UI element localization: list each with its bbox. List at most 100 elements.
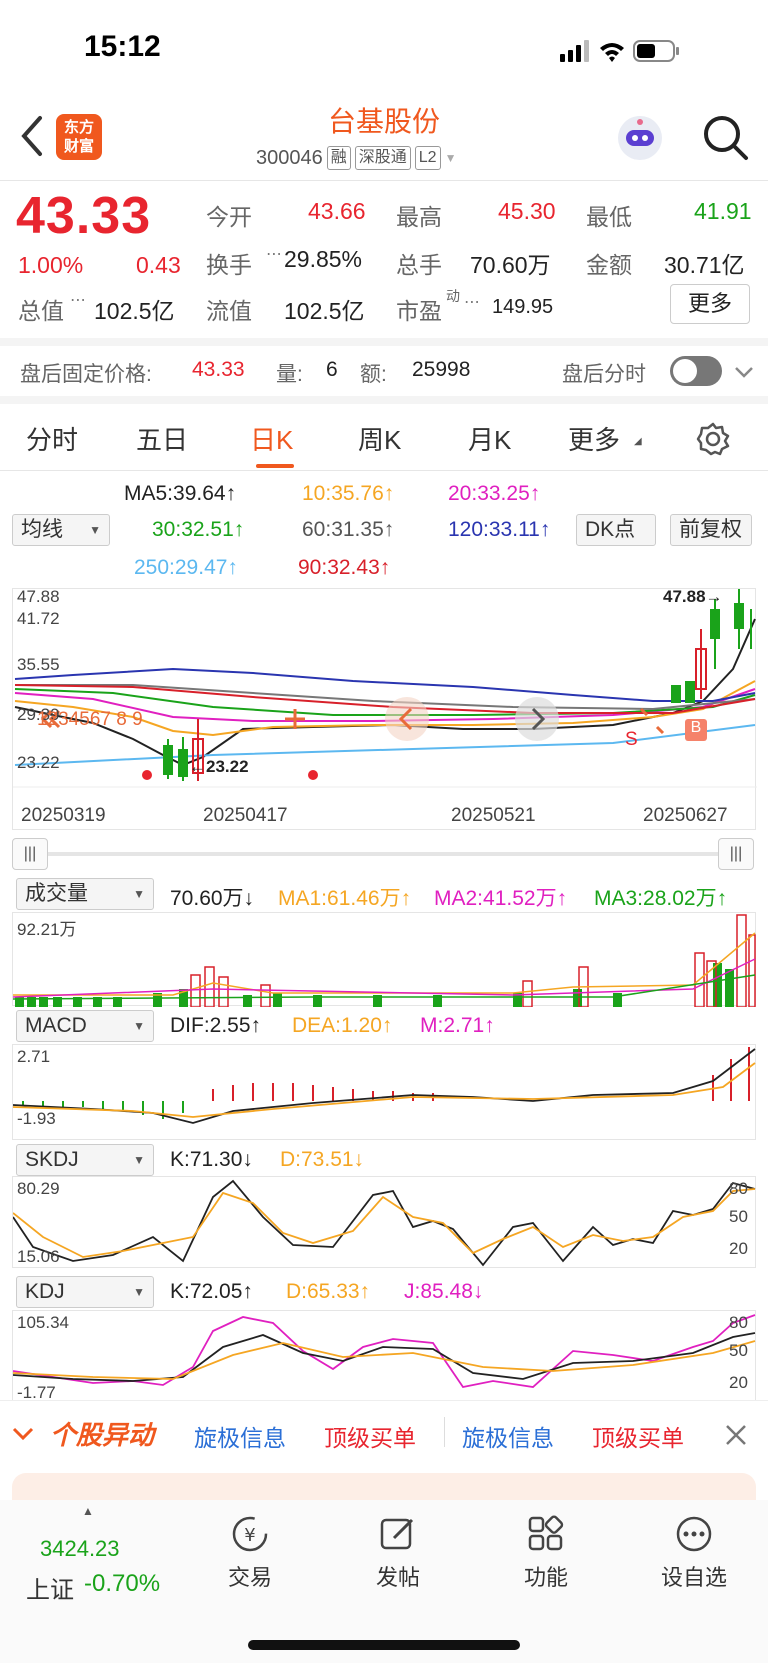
chevron-down-icon[interactable] <box>10 1421 36 1447</box>
tab-functions[interactable]: 功能 <box>496 1514 596 1592</box>
afterhours-vol: 6 <box>326 358 338 381</box>
caret-down-icon: ▼ <box>444 151 457 165</box>
sell-signal-s[interactable]: S <box>625 729 638 751</box>
kline-y-3: 35.55 <box>17 655 60 674</box>
tab-more[interactable]: 更多 <box>568 420 620 457</box>
kdj-d: D:65.33↑ <box>286 1280 371 1303</box>
tag-connect: 深股通 <box>354 146 411 170</box>
tab-monthly-k[interactable]: 月K <box>468 420 511 457</box>
macd-m: M:2.71↑ <box>420 1014 495 1037</box>
float-value: 102.5亿 <box>284 298 365 324</box>
volume-y-max: 92.21万 <box>17 920 77 939</box>
stock-code-row[interactable]: 300046 融 深股通 L2 ▼ <box>256 146 456 170</box>
ma10-value: 10:35.76↑ <box>302 482 395 505</box>
tab-post-label: 发帖 <box>375 1565 420 1590</box>
ma30-value: 30:32.51↑ <box>152 518 245 541</box>
skdj-svg <box>12 1179 756 1267</box>
info-icon[interactable]: ⋯ <box>266 244 282 264</box>
volume-selector[interactable]: 成交量 ▼ <box>16 878 154 910</box>
stock-alert-banner: 个股异动 旋极信息 顶级买单 旋极信息 顶级买单 <box>0 1400 768 1503</box>
mcap-label: 总值 <box>18 298 64 324</box>
trade-icon: ¥ <box>232 1516 268 1552</box>
high-value: 45.30 <box>498 198 556 224</box>
tab-watchlist[interactable]: 设自选 <box>644 1514 744 1592</box>
macd-chart[interactable]: 2.71 -1.93 <box>12 1044 756 1140</box>
buy-signal-b[interactable]: B <box>685 719 707 741</box>
index-value[interactable]: 3424.23 <box>40 1536 120 1562</box>
nine-turn-sequence: 1234567 8 9 <box>37 709 143 730</box>
tag-margin: 融 <box>326 146 351 170</box>
range-scroller[interactable]: ||| ||| <box>12 838 756 870</box>
pe-label: 市盈 <box>396 298 442 324</box>
pe-sup: 动 <box>446 288 460 304</box>
tab-trade-label: 交易 <box>227 1565 272 1590</box>
macd-svg <box>12 1047 756 1124</box>
tab-five-day[interactable]: 五日 <box>136 420 188 457</box>
skdj-chart[interactable]: 80.29 15.06 80 50 20 <box>12 1176 756 1268</box>
tab-daily-k[interactable]: 日K <box>250 420 293 457</box>
macd-y-max: 2.71 <box>17 1047 51 1066</box>
tab-weekly-k[interactable]: 周K <box>358 420 401 457</box>
banner-title: 个股异动 <box>50 1420 155 1450</box>
ma90-value: 90:32.43↑ <box>298 556 391 579</box>
ma60-value: 60:31.35↑ <box>302 518 395 541</box>
tab-timeshare[interactable]: 分时 <box>26 420 78 457</box>
banner-item-1[interactable]: 旋极信息 <box>194 1419 286 1453</box>
index-change[interactable]: -0.70% <box>84 1570 160 1598</box>
kline-y-min: 23.22 <box>17 753 60 772</box>
home-indicator <box>248 1640 520 1650</box>
banner-item-3[interactable]: 旋极信息 <box>462 1419 554 1453</box>
post-icon <box>380 1518 414 1550</box>
more-button[interactable]: 更多 <box>670 284 750 324</box>
kdj-selector[interactable]: KDJ ▼ <box>16 1276 154 1308</box>
close-icon[interactable] <box>724 1423 748 1447</box>
tab-trade[interactable]: ¥ 交易 <box>200 1514 300 1592</box>
banner-item-4[interactable]: 顶级买单 <box>592 1419 684 1453</box>
afterhours-label: 盘后固定价格: <box>20 363 152 386</box>
watchlist-icon <box>676 1516 712 1552</box>
index-name[interactable]: 上证 <box>26 1570 74 1605</box>
mcap-value: 102.5亿 <box>94 298 175 324</box>
tag-l2: L2 <box>414 146 441 170</box>
ma-selector[interactable]: 均线 ▼ <box>12 514 110 546</box>
info-icon[interactable]: ⋯ <box>464 292 480 312</box>
pe-value: 149.95 <box>492 296 554 318</box>
macd-selector[interactable]: MACD ▼ <box>16 1010 154 1042</box>
kdj-y-max: 105.34 <box>17 1313 69 1332</box>
low-label: 最低 <box>586 204 632 230</box>
kdj-ref-50: 50 <box>729 1341 748 1360</box>
info-icon[interactable]: ⋯ <box>70 290 86 310</box>
dk-point-button[interactable]: DK点 <box>576 514 656 546</box>
adjust-price-button[interactable]: 前复权 <box>670 514 752 546</box>
ma20-value: 20:33.25↑ <box>448 482 541 505</box>
open-label: 今开 <box>206 204 252 230</box>
high-label: 最高 <box>396 204 442 230</box>
turnover-label: 换手 <box>206 252 252 278</box>
volume-chart[interactable]: 92.21万 <box>12 912 756 1008</box>
afterhours-amt: 25998 <box>412 358 471 381</box>
skdj-ref-50: 50 <box>729 1207 748 1226</box>
range-handle-left[interactable]: ||| <box>12 838 48 870</box>
volume-value: 70.60万 <box>470 252 551 278</box>
assistant-robot-icon[interactable] <box>614 112 666 164</box>
chevron-down-icon[interactable] <box>732 360 756 384</box>
svg-text:¥: ¥ <box>244 1525 255 1546</box>
settings-gear-icon[interactable] <box>696 422 730 456</box>
stock-code: 300046 <box>256 146 323 169</box>
tab-post[interactable]: 发帖 <box>348 1514 448 1592</box>
banner-item-2[interactable]: 顶级买单 <box>324 1419 416 1453</box>
kline-y-2: 41.72 <box>17 609 60 628</box>
range-handle-right[interactable]: ||| <box>718 838 754 870</box>
volume-label: 总手 <box>396 252 442 278</box>
caret-up-icon: ▲ <box>82 1504 94 1518</box>
tab-watchlist-label: 设自选 <box>660 1565 727 1590</box>
kline-chart[interactable]: 47.88 41.72 35.55 29.39 23.22 1234567 8 … <box>12 587 757 830</box>
afterhours-vol-label: 量: <box>276 363 303 386</box>
skdj-selector[interactable]: SKDJ ▼ <box>16 1144 154 1176</box>
afterhours-toggle[interactable] <box>670 356 722 386</box>
volume-ma3: MA3:28.02万↑ <box>594 887 728 910</box>
skdj-y-max: 80.29 <box>17 1179 60 1198</box>
volume-ma2: MA2:41.52万↑ <box>434 887 568 910</box>
search-icon[interactable] <box>700 112 750 162</box>
kdj-chart[interactable]: 105.34 -1.77 80 50 20 <box>12 1310 756 1402</box>
